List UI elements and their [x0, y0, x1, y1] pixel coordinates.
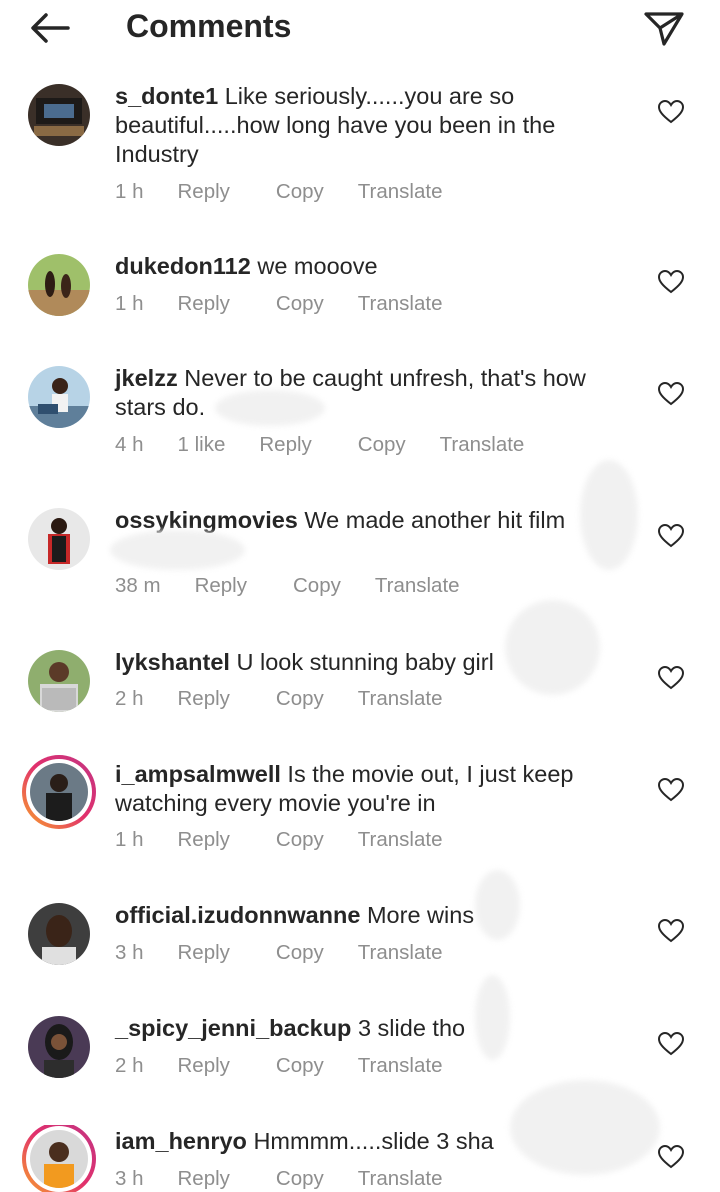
reply-button[interactable]: Reply — [178, 1167, 230, 1191]
copy-button[interactable]: Copy — [276, 1054, 324, 1078]
avatar[interactable] — [28, 254, 90, 316]
heart-icon[interactable] — [658, 1032, 684, 1056]
arrow-left-icon — [31, 13, 70, 43]
comment-time: 2 h — [115, 1054, 144, 1077]
copy-button[interactable]: Copy — [276, 687, 324, 711]
comment-username[interactable]: jkelzz — [115, 365, 178, 391]
comment-actions: 3 h Reply Copy Translate — [115, 941, 488, 965]
comment-actions: 1 h Reply Copy Translate — [115, 180, 488, 204]
copy-button[interactable]: Copy — [276, 828, 324, 852]
comment-text: More wins — [366, 902, 475, 928]
comment-time: 38 m — [115, 574, 161, 597]
heart-icon[interactable] — [658, 270, 684, 294]
comment-actions: 1 h Reply Copy Translate — [115, 828, 488, 852]
comment-time: 1 h — [115, 828, 144, 851]
reply-button[interactable]: Reply — [259, 433, 311, 457]
avatar-story-ring[interactable] — [22, 755, 96, 829]
avatar[interactable] — [28, 1016, 90, 1078]
comment-username[interactable]: _spicy_jenni_backup — [115, 1015, 351, 1041]
comment-username[interactable]: lykshantel — [115, 649, 230, 675]
reply-button[interactable]: Reply — [178, 292, 230, 316]
smudge — [510, 1080, 660, 1175]
copy-button[interactable]: Copy — [276, 292, 324, 316]
translate-button[interactable]: Translate — [358, 687, 443, 711]
avatar[interactable] — [28, 903, 90, 965]
heart-icon[interactable] — [658, 666, 684, 690]
comment-username[interactable]: i_ampsalmwell — [115, 761, 281, 787]
copy-button[interactable]: Copy — [293, 574, 341, 598]
comment-text: U look stunning baby girl — [236, 649, 494, 675]
smudge — [475, 975, 510, 1060]
comment-text: We made another hit film — [304, 507, 566, 533]
translate-button[interactable]: Translate — [375, 574, 460, 598]
comment-actions: 38 m Reply Copy Translate — [115, 574, 506, 598]
comment-text: 3 slide tho — [357, 1015, 466, 1041]
translate-button[interactable]: Translate — [440, 433, 525, 457]
avatar-story-ring[interactable] — [22, 1125, 96, 1192]
translate-button[interactable]: Translate — [358, 180, 443, 204]
comment-username[interactable]: iam_henryo — [115, 1128, 247, 1154]
comment-text: Hmmmm.....slide 3 sha — [253, 1128, 494, 1154]
heart-icon[interactable] — [658, 524, 684, 548]
header-bar: Comments — [0, 0, 720, 60]
copy-button[interactable]: Copy — [276, 941, 324, 965]
comment-actions: 2 h Reply Copy Translate — [115, 1054, 488, 1078]
reply-button[interactable]: Reply — [195, 574, 247, 598]
avatar[interactable] — [28, 366, 90, 428]
heart-icon[interactable] — [658, 919, 684, 943]
translate-button[interactable]: Translate — [358, 292, 443, 316]
share-button[interactable] — [642, 6, 686, 50]
comment-text: Never to be caught unfresh, that's how s… — [115, 365, 586, 420]
smudge — [110, 530, 245, 570]
heart-icon[interactable] — [658, 1145, 684, 1169]
smudge — [475, 870, 520, 940]
paper-plane-icon — [644, 12, 684, 46]
avatar[interactable] — [28, 508, 90, 570]
translate-button[interactable]: Translate — [358, 828, 443, 852]
comment-actions: 3 h Reply Copy Translate — [115, 1167, 488, 1191]
avatar[interactable] — [28, 84, 90, 146]
copy-button[interactable]: Copy — [276, 1167, 324, 1191]
comment-actions: 4 h 1 like Reply Copy Translate — [115, 433, 570, 457]
heart-icon[interactable] — [658, 382, 684, 406]
comment-time: 3 h — [115, 1167, 144, 1190]
reply-button[interactable]: Reply — [178, 828, 230, 852]
comment-username[interactable]: ossykingmovies — [115, 507, 298, 533]
comment-time: 4 h — [115, 433, 144, 456]
comment-username[interactable]: official.izudonnwanne — [115, 902, 360, 928]
comment-actions: 2 h Reply Copy Translate — [115, 687, 488, 711]
reply-button[interactable]: Reply — [178, 1054, 230, 1078]
reply-button[interactable]: Reply — [178, 180, 230, 204]
smudge — [505, 600, 600, 695]
comment-username[interactable]: s_donte1 — [115, 83, 218, 109]
heart-icon[interactable] — [658, 778, 684, 802]
reply-button[interactable]: Reply — [178, 941, 230, 965]
comment-time: 2 h — [115, 687, 144, 710]
avatar[interactable] — [28, 650, 90, 712]
like-count[interactable]: 1 like — [178, 433, 226, 457]
comment-text: we mooove — [257, 253, 378, 279]
translate-button[interactable]: Translate — [358, 941, 443, 965]
copy-button[interactable]: Copy — [276, 180, 324, 204]
smudge — [215, 390, 325, 426]
heart-icon[interactable] — [658, 100, 684, 124]
comment-actions: 1 h Reply Copy Translate — [115, 292, 488, 316]
comment-username[interactable]: dukedon112 — [115, 253, 251, 279]
comment-time: 1 h — [115, 292, 144, 315]
copy-button[interactable]: Copy — [358, 433, 406, 457]
comment-time: 3 h — [115, 941, 144, 964]
back-button[interactable] — [28, 10, 72, 46]
smudge — [580, 460, 638, 570]
reply-button[interactable]: Reply — [178, 687, 230, 711]
translate-button[interactable]: Translate — [358, 1167, 443, 1191]
page-title: Comments — [126, 8, 292, 44]
comment-time: 1 h — [115, 180, 144, 203]
translate-button[interactable]: Translate — [358, 1054, 443, 1078]
